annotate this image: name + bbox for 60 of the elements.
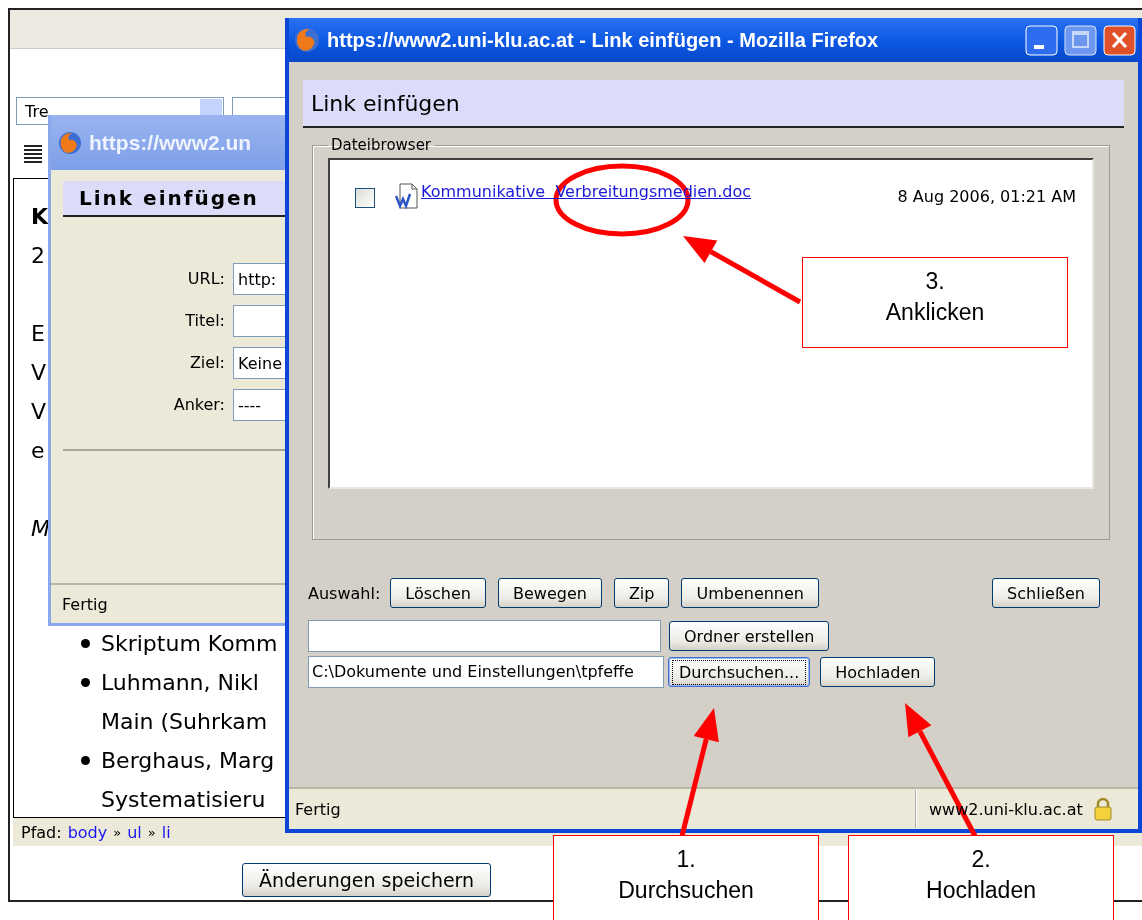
document-icon — [395, 182, 421, 210]
browse-button[interactable]: Durchsuchen... — [668, 657, 811, 687]
callout-text: Anklicken — [885, 298, 985, 327]
bullet-icon — [81, 678, 90, 687]
selection-action-button[interactable]: Umbenennen — [681, 578, 819, 608]
editor-text: V — [31, 398, 47, 426]
lock-icon — [1092, 797, 1113, 821]
path-separator: » — [147, 824, 156, 840]
save-button[interactable]: Änderungen speichern — [242, 863, 492, 897]
list-item-text: Systematisieru — [101, 786, 266, 814]
path-link[interactable]: body — [67, 822, 108, 842]
file-checkbox[interactable] — [355, 188, 375, 208]
maximize-icon[interactable] — [1064, 24, 1097, 56]
callout-number: 1. — [676, 845, 696, 874]
file-date: 8 Aug 2006, 01:21 AM — [897, 187, 1076, 206]
field-label: Titel: — [184, 310, 225, 332]
path-label: Pfad: — [21, 822, 62, 842]
status-text: Fertig — [62, 594, 108, 614]
field-label: Anker: — [172, 394, 225, 416]
browser-logo-icon — [293, 26, 321, 54]
callout-text: Hochladen — [926, 876, 1036, 905]
field-label: URL: — [186, 268, 225, 290]
upload-button[interactable]: Hochladen — [820, 657, 936, 687]
bullet-icon — [81, 639, 90, 648]
editor-text: K — [31, 203, 49, 231]
editor-text: E — [31, 320, 45, 348]
window-title: https://www2.uni-klu.ac.at - Link einfügen - Mozilla Firefox — [327, 28, 879, 52]
status-text: Fertig — [294, 799, 342, 819]
callout-number: 2. — [971, 845, 991, 874]
close-button[interactable]: Schließen — [992, 578, 1100, 608]
callout-number: 3. — [925, 267, 945, 296]
selection-label: Auswahl: — [308, 583, 381, 603]
bullet-icon — [81, 756, 90, 765]
list-item-text: Berghaus, Marg — [101, 747, 275, 775]
window-title: https://www2.un — [89, 130, 252, 155]
selection-action-button[interactable]: Bewegen — [498, 578, 602, 608]
upload-path-field[interactable]: C:\Dokumente und Einstellungen\tpfeffe — [308, 656, 664, 688]
folder-name-field[interactable] — [308, 620, 661, 652]
selection-action-button[interactable]: Löschen — [390, 578, 486, 608]
close-icon[interactable] — [1103, 24, 1136, 56]
list-item-text: Main (Suhrkam — [101, 708, 268, 736]
editor-text: V — [31, 359, 47, 387]
list-item-text: Skriptum Komm — [101, 630, 278, 658]
path-link[interactable]: li — [161, 822, 171, 842]
group-label: Dateibrowser — [330, 136, 433, 154]
selection-action-button[interactable]: Zip — [613, 578, 670, 608]
callout-text: Durchsuchen — [618, 876, 754, 905]
browser-logo-icon — [57, 129, 83, 156]
path-separator: » — [113, 824, 122, 840]
dialog-heading: Link einfügen — [311, 90, 460, 116]
create-folder-button[interactable]: Ordner erstellen — [669, 621, 830, 651]
field-label: Ziel: — [188, 352, 225, 374]
path-link[interactable]: ul — [127, 822, 142, 842]
minimize-icon[interactable] — [1025, 24, 1058, 56]
editor-text: 2 — [31, 242, 45, 270]
editor-text: e — [31, 437, 45, 465]
dialog-heading: Link einfügen — [79, 186, 259, 210]
list-item-text: Luhmann, Nikl — [101, 669, 259, 697]
justify-align-icon[interactable] — [22, 142, 44, 164]
editor-text: M — [31, 515, 50, 543]
